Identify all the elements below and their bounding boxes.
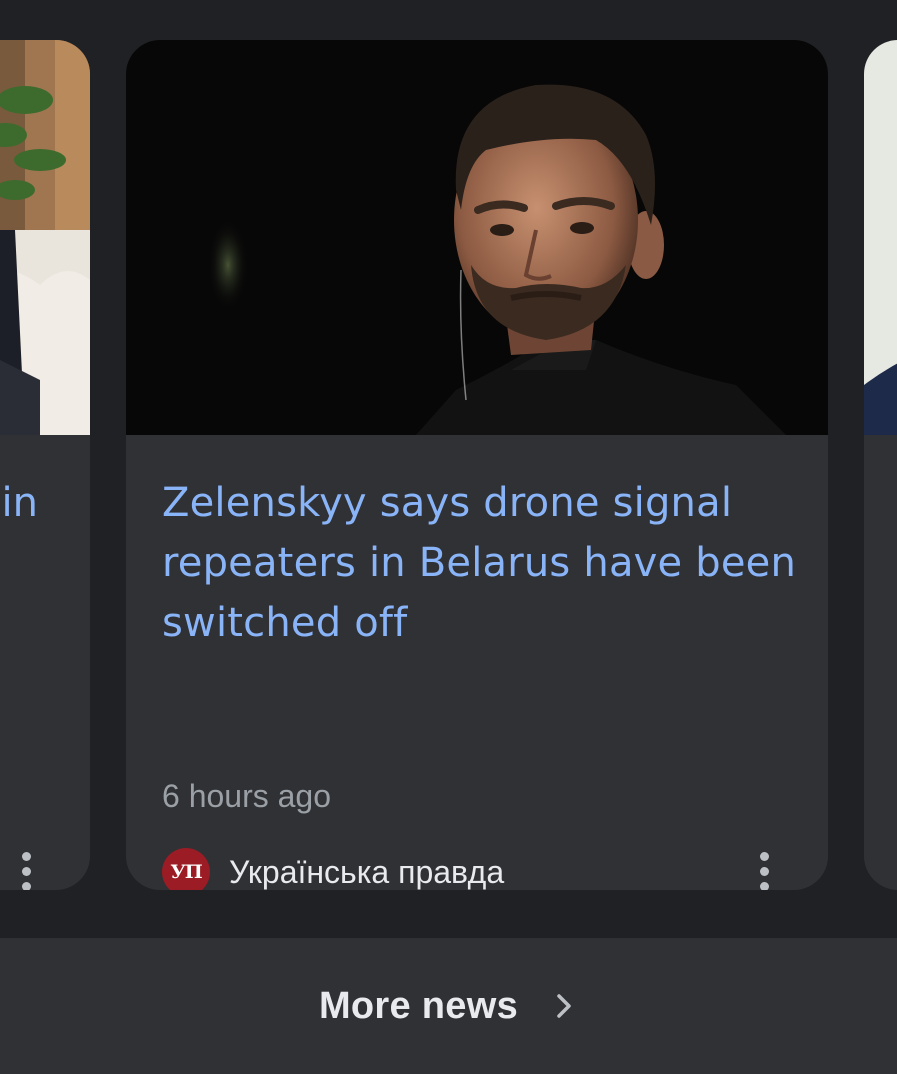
article-headline[interactable]: Zelenskyy says drone signal repeaters in… bbox=[162, 473, 798, 653]
news-card[interactable]: Zelenskyy says drone signal repeaters in… bbox=[126, 40, 828, 890]
more-vert-icon[interactable] bbox=[14, 847, 38, 890]
news-card-next[interactable] bbox=[864, 40, 897, 890]
article-thumbnail[interactable] bbox=[0, 40, 90, 435]
more-vert-icon[interactable] bbox=[752, 847, 776, 890]
chevron-right-icon bbox=[550, 992, 578, 1020]
source-name: Українська правда bbox=[229, 853, 505, 890]
news-carousel-screen: in Zelenskyy says drone signal repeaters… bbox=[0, 0, 897, 1074]
article-timestamp: 6 hours ago bbox=[162, 778, 332, 814]
article-body: Zelenskyy says drone signal repeaters in… bbox=[126, 435, 828, 890]
source-logo: УП bbox=[162, 848, 210, 890]
article-source: УП Українська правда bbox=[162, 847, 788, 890]
article-thumbnail[interactable] bbox=[126, 40, 828, 435]
top-stories-carousel[interactable]: in Zelenskyy says drone signal repeaters… bbox=[0, 0, 897, 910]
news-card-previous[interactable]: in bbox=[0, 40, 90, 890]
article-thumbnail[interactable] bbox=[864, 40, 897, 435]
more-news-button[interactable]: More news bbox=[0, 938, 897, 1074]
article-body: in bbox=[0, 435, 90, 890]
more-news-label: More news bbox=[318, 984, 519, 1027]
article-headline[interactable]: in bbox=[2, 473, 38, 533]
